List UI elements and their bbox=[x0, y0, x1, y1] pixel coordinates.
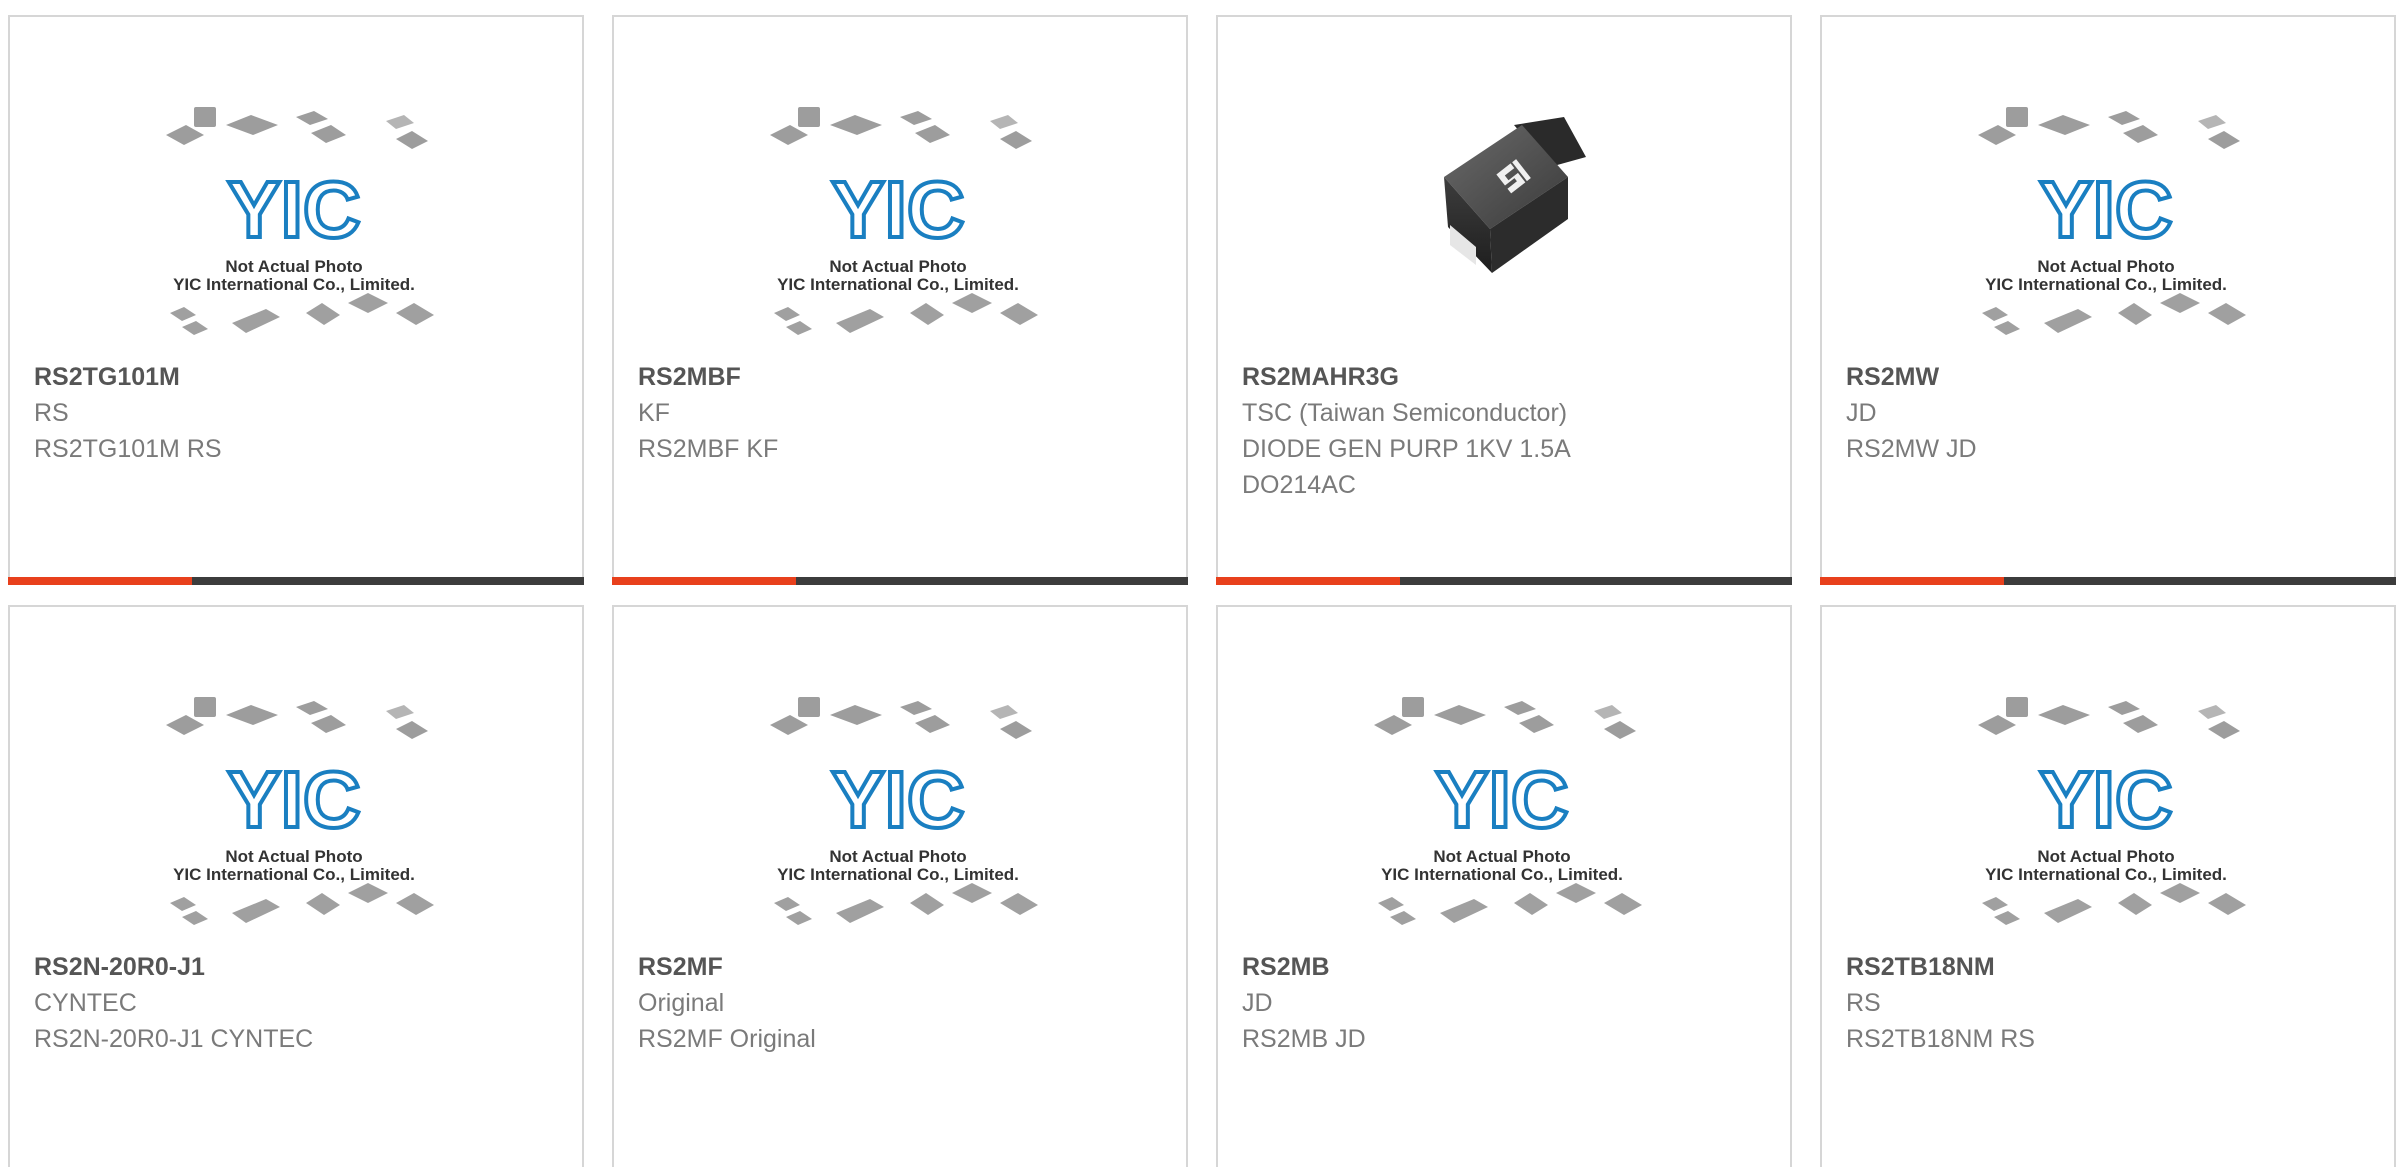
product-card[interactable]: YIC Not Actual Photo YIC International C… bbox=[1820, 15, 2396, 585]
brand: RS bbox=[34, 399, 69, 427]
brand: CYNTEC bbox=[34, 989, 137, 1017]
placeholder-caption-2: YIC International Co., Limited. bbox=[1985, 865, 2227, 884]
part-number[interactable]: RS2MW bbox=[1846, 359, 2374, 395]
product-image[interactable] bbox=[1218, 87, 1790, 347]
description: DIODE GEN PURP 1KV 1.5A bbox=[1242, 435, 1571, 463]
brand: JD bbox=[1846, 399, 1877, 427]
placeholder-caption-2: YIC International Co., Limited. bbox=[173, 275, 415, 294]
yic-logo: YIC bbox=[227, 755, 360, 844]
card-accent-bar bbox=[1820, 577, 2004, 585]
product-image-placeholder[interactable]: YIC Not Actual Photo YIC International C… bbox=[614, 87, 1186, 347]
placeholder-caption-1: Not Actual Photo bbox=[829, 847, 966, 866]
placeholder-caption-1: Not Actual Photo bbox=[225, 847, 362, 866]
brand: RS bbox=[1846, 989, 1881, 1017]
description: RS2MW JD bbox=[1846, 435, 1977, 463]
product-image-placeholder[interactable]: YIC Not Actual Photo YIC International C… bbox=[1218, 677, 1790, 937]
part-number[interactable]: RS2MBF bbox=[638, 359, 1166, 395]
description: RS2MB JD bbox=[1242, 1025, 1366, 1053]
yic-logo: YIC bbox=[227, 165, 360, 254]
product-info: RS2TB18NM RS RS2TB18NM RS bbox=[1846, 949, 2374, 1057]
product-card[interactable]: YIC Not Actual Photo YIC International C… bbox=[1820, 605, 2396, 1167]
card-bottom-bar bbox=[8, 577, 584, 585]
part-number[interactable]: RS2MB bbox=[1242, 949, 1770, 985]
product-card[interactable]: RS2MAHR3G TSC (Taiwan Semiconductor) DIO… bbox=[1216, 15, 1792, 585]
product-card[interactable]: YIC Not Actual Photo YIC International C… bbox=[612, 15, 1188, 585]
card-accent-bar bbox=[612, 577, 796, 585]
yic-logo: YIC bbox=[2039, 755, 2172, 844]
product-card[interactable]: YIC Not Actual Photo YIC International C… bbox=[1216, 605, 1792, 1167]
placeholder-caption-2: YIC International Co., Limited. bbox=[1985, 275, 2227, 294]
product-info: RS2N-20R0-J1 CYNTEC RS2N-20R0-J1 CYNTEC bbox=[34, 949, 562, 1057]
part-number[interactable]: RS2N-20R0-J1 bbox=[34, 949, 562, 985]
product-info: RS2TG101M RS RS2TG101M RS bbox=[34, 359, 562, 467]
part-number[interactable]: RS2MF bbox=[638, 949, 1166, 985]
product-info: RS2MF Original RS2MF Original bbox=[638, 949, 1166, 1057]
product-image-placeholder[interactable]: YIC Not Actual Photo YIC International C… bbox=[1822, 677, 2394, 937]
yic-logo: YIC bbox=[831, 165, 964, 254]
placeholder-caption-1: Not Actual Photo bbox=[2037, 847, 2174, 866]
part-number[interactable]: RS2TG101M bbox=[34, 359, 562, 395]
brand: JD bbox=[1242, 989, 1273, 1017]
product-image-placeholder[interactable]: YIC Not Actual Photo YIC International C… bbox=[10, 677, 582, 937]
yic-placeholder-image: YIC Not Actual Photo YIC International C… bbox=[770, 697, 1038, 925]
placeholder-caption-1: Not Actual Photo bbox=[829, 257, 966, 276]
description: RS2TG101M RS bbox=[34, 435, 222, 463]
diode-photo-image bbox=[1444, 117, 1586, 273]
yic-placeholder-image: YIC Not Actual Photo YIC International C… bbox=[1978, 697, 2246, 925]
yic-logo: YIC bbox=[831, 755, 964, 844]
description: RS2MF Original bbox=[638, 1025, 816, 1053]
card-accent-bar bbox=[8, 577, 192, 585]
description: RS2TB18NM RS bbox=[1846, 1025, 2035, 1053]
yic-placeholder-image: YIC Not Actual Photo YIC International C… bbox=[166, 697, 434, 925]
placeholder-caption-2: YIC International Co., Limited. bbox=[777, 865, 1019, 884]
product-info: RS2MBF KF RS2MBF KF bbox=[638, 359, 1166, 467]
product-info: RS2MW JD RS2MW JD bbox=[1846, 359, 2374, 467]
yic-placeholder-image: YIC Not Actual Photo YIC International C… bbox=[166, 107, 434, 335]
card-bottom-bar bbox=[1216, 577, 1792, 585]
yic-placeholder-image: YIC Not Actual Photo YIC International C… bbox=[770, 107, 1038, 335]
part-number[interactable]: RS2TB18NM bbox=[1846, 949, 2374, 985]
brand: Original bbox=[638, 989, 725, 1017]
brand: KF bbox=[638, 399, 670, 427]
product-card[interactable]: YIC Not Actual Photo YIC International C… bbox=[612, 605, 1188, 1167]
placeholder-caption-2: YIC International Co., Limited. bbox=[173, 865, 415, 884]
yic-placeholder-image: YIC Not Actual Photo YIC International C… bbox=[1978, 107, 2246, 335]
product-grid: YIC Not Actual Photo YIC International C… bbox=[0, 0, 2400, 1167]
product-card[interactable]: YIC Not Actual Photo YIC International C… bbox=[8, 15, 584, 585]
yic-logo: YIC bbox=[1435, 755, 1568, 844]
placeholder-caption-1: Not Actual Photo bbox=[2037, 257, 2174, 276]
description-line-2: DO214AC bbox=[1242, 471, 1356, 499]
placeholder-caption-1: Not Actual Photo bbox=[225, 257, 362, 276]
product-image-placeholder[interactable]: YIC Not Actual Photo YIC International C… bbox=[614, 677, 1186, 937]
part-number[interactable]: RS2MAHR3G bbox=[1242, 359, 1770, 395]
card-bottom-bar bbox=[1820, 577, 2396, 585]
card-bottom-bar bbox=[612, 577, 1188, 585]
product-info: RS2MB JD RS2MB JD bbox=[1242, 949, 1770, 1057]
description: RS2MBF KF bbox=[638, 435, 779, 463]
placeholder-caption-1: Not Actual Photo bbox=[1433, 847, 1570, 866]
placeholder-caption-2: YIC International Co., Limited. bbox=[777, 275, 1019, 294]
product-image-placeholder[interactable]: YIC Not Actual Photo YIC International C… bbox=[10, 87, 582, 347]
placeholder-caption-2: YIC International Co., Limited. bbox=[1381, 865, 1623, 884]
product-card[interactable]: YIC Not Actual Photo YIC International C… bbox=[8, 605, 584, 1167]
yic-placeholder-image: YIC Not Actual Photo YIC International C… bbox=[1374, 697, 1642, 925]
description: RS2N-20R0-J1 CYNTEC bbox=[34, 1025, 314, 1053]
brand: TSC (Taiwan Semiconductor) bbox=[1242, 399, 1568, 427]
card-accent-bar bbox=[1216, 577, 1400, 585]
yic-logo: YIC bbox=[2039, 165, 2172, 254]
product-info: RS2MAHR3G TSC (Taiwan Semiconductor) DIO… bbox=[1242, 359, 1770, 503]
product-image-placeholder[interactable]: YIC Not Actual Photo YIC International C… bbox=[1822, 87, 2394, 347]
